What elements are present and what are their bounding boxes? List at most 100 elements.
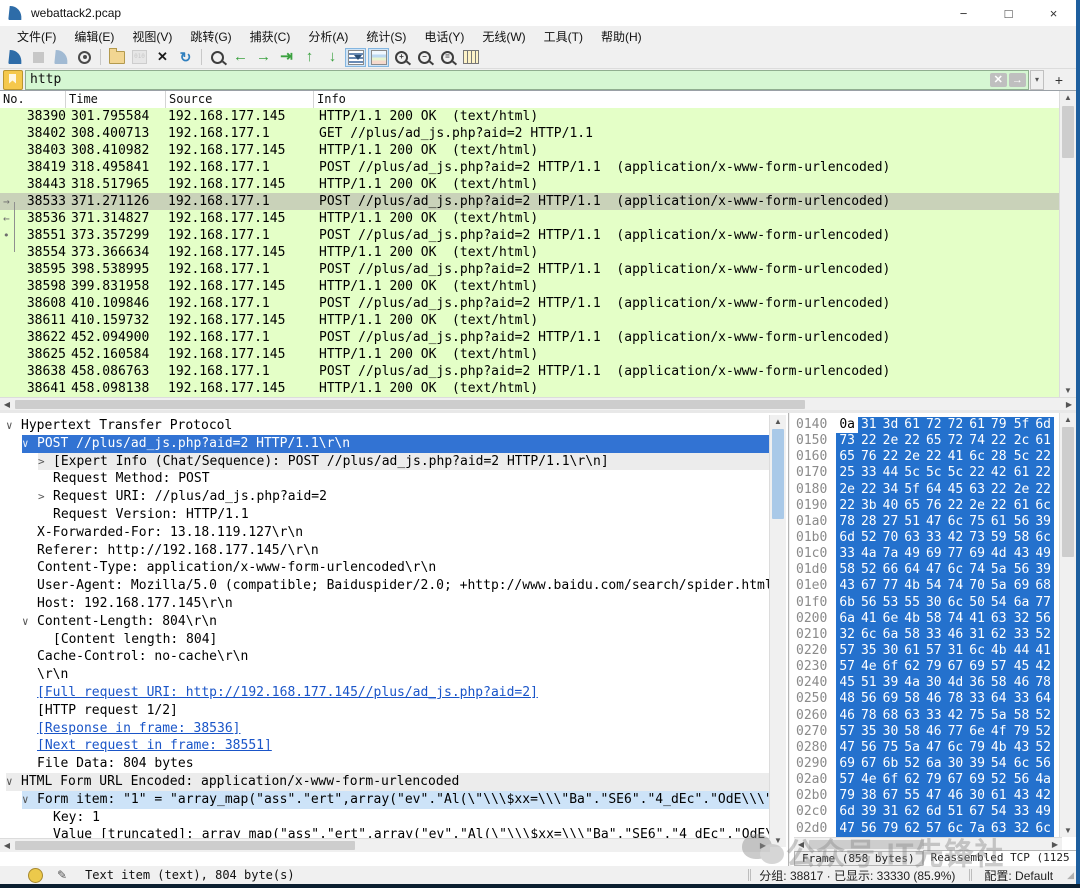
hex-byte[interactable]: 77 xyxy=(1032,595,1054,611)
hex-byte[interactable]: 6d xyxy=(836,530,858,546)
hex-byte[interactable]: 64 xyxy=(988,691,1010,707)
hex-byte[interactable]: 69 xyxy=(880,691,902,707)
scroll-up-icon[interactable]: ▲ xyxy=(1060,413,1076,426)
hex-byte[interactable]: 61 xyxy=(1032,433,1054,449)
hex-byte[interactable]: 42 xyxy=(1032,788,1054,804)
hex-byte[interactable]: 79 xyxy=(1011,724,1033,740)
hex-byte[interactable]: 6d xyxy=(1032,417,1054,433)
hex-row[interactable]: 01b06d52706333427359586c xyxy=(796,530,1054,546)
hex-byte[interactable]: 4b xyxy=(901,578,923,594)
details-hscrollbar[interactable]: ◀ ▶ xyxy=(0,838,770,852)
hex-byte[interactable]: 78 xyxy=(1032,675,1054,691)
menu-item-2[interactable]: 视图(V) xyxy=(123,26,181,47)
hex-byte[interactable]: 49 xyxy=(901,546,923,562)
packet-row[interactable]: 38625452.160584192.168.177.145HTTP/1.1 2… xyxy=(0,346,1060,363)
hex-byte[interactable]: 42 xyxy=(945,708,967,724)
hex-byte[interactable]: 47 xyxy=(923,740,945,756)
hex-byte[interactable]: 43 xyxy=(1011,546,1033,562)
hex-byte[interactable]: 32 xyxy=(1011,821,1033,837)
scroll-right-icon[interactable]: ▶ xyxy=(756,839,770,852)
hex-byte[interactable]: 33 xyxy=(836,546,858,562)
hex-byte[interactable]: 4e xyxy=(858,659,880,675)
hex-byte[interactable]: 5a xyxy=(901,740,923,756)
hex-byte[interactable]: 28 xyxy=(988,449,1010,465)
hex-byte[interactable]: 62 xyxy=(901,659,923,675)
resize-columns-icon[interactable] xyxy=(460,48,481,67)
hex-byte[interactable]: 6b xyxy=(836,595,858,611)
hex-byte[interactable]: 61 xyxy=(1011,498,1033,514)
hex-byte[interactable]: 0a xyxy=(836,417,858,433)
hex-byte[interactable]: 57 xyxy=(836,659,858,675)
expander-open-icon[interactable]: ∨ xyxy=(6,417,21,435)
hex-byte[interactable]: 55 xyxy=(901,595,923,611)
zoom-in-icon[interactable]: + xyxy=(391,48,412,67)
hex-byte[interactable]: 30 xyxy=(945,756,967,772)
hex-byte[interactable]: 58 xyxy=(1011,530,1033,546)
hex-byte[interactable]: 5a xyxy=(988,562,1010,578)
hex-byte[interactable]: 54 xyxy=(988,595,1010,611)
detail-row[interactable]: ∨HTML Form URL Encoded: application/x-ww… xyxy=(0,773,770,791)
hex-byte[interactable]: 5c xyxy=(945,465,967,481)
hex-byte[interactable]: 5a xyxy=(988,708,1010,724)
minimize-button[interactable]: − xyxy=(941,0,986,26)
hex-byte[interactable]: 61 xyxy=(901,643,923,659)
hex-byte[interactable]: 52 xyxy=(1032,627,1054,643)
hex-byte[interactable]: 33 xyxy=(1011,627,1033,643)
hex-byte[interactable]: 42 xyxy=(1032,659,1054,675)
hex-byte[interactable]: 49 xyxy=(1032,546,1054,562)
hex-byte[interactable]: 22 xyxy=(858,482,880,498)
hex-row[interactable]: 01d058526664476c745a5639 xyxy=(796,562,1054,578)
hex-byte[interactable]: 57 xyxy=(988,659,1010,675)
hex-byte[interactable]: 49 xyxy=(1032,804,1054,820)
hex-row[interactable]: 02c06d3931626d5167543349 xyxy=(796,804,1054,820)
hex-byte[interactable]: 6d xyxy=(836,804,858,820)
hex-byte[interactable]: 69 xyxy=(1011,578,1033,594)
hex-byte[interactable]: 62 xyxy=(901,772,923,788)
go-last-packet-icon[interactable]: ↓ xyxy=(322,48,343,67)
restart-capture-icon[interactable] xyxy=(51,48,72,67)
hex-byte[interactable]: 73 xyxy=(836,433,858,449)
hex-byte[interactable]: 56 xyxy=(858,595,880,611)
hex-byte[interactable]: 6c xyxy=(1032,498,1054,514)
hex-byte[interactable]: 43 xyxy=(836,578,858,594)
colorize-icon[interactable] xyxy=(368,48,389,67)
detail-link[interactable]: [Response in frame: 38536] xyxy=(37,720,241,738)
hex-byte[interactable]: 47 xyxy=(923,514,945,530)
hex-byte[interactable]: 61 xyxy=(966,417,988,433)
expert-info-icon[interactable] xyxy=(28,868,43,883)
hex-byte[interactable]: 46 xyxy=(923,691,945,707)
detail-row[interactable]: \r\n xyxy=(0,666,770,684)
detail-link[interactable]: [Full request URI: http://192.168.177.14… xyxy=(37,684,538,702)
hex-byte[interactable]: 39 xyxy=(966,756,988,772)
capture-options-icon[interactable] xyxy=(74,48,95,67)
hex-byte[interactable]: 61 xyxy=(988,514,1010,530)
hex-byte[interactable]: 30 xyxy=(923,675,945,691)
zoom-reset-icon[interactable]: = xyxy=(437,48,458,67)
hex-byte[interactable]: 4f xyxy=(988,724,1010,740)
hex-byte[interactable]: 69 xyxy=(836,756,858,772)
hex-byte[interactable]: 42 xyxy=(988,465,1010,481)
detail-row[interactable]: [Full request URI: http://192.168.177.14… xyxy=(0,684,770,702)
hex-byte[interactable]: 56 xyxy=(1011,514,1033,530)
hex-byte[interactable]: 52 xyxy=(1032,724,1054,740)
details-vscrollbar[interactable]: ▲ ▼ xyxy=(769,415,786,847)
hex-byte[interactable]: 6c xyxy=(966,643,988,659)
hex-byte[interactable]: 51 xyxy=(858,675,880,691)
hex-byte[interactable]: 42 xyxy=(945,530,967,546)
scroll-down-icon[interactable]: ▼ xyxy=(1060,384,1076,397)
hex-byte[interactable]: 65 xyxy=(901,498,923,514)
scroll-up-icon[interactable]: ▲ xyxy=(1060,91,1076,104)
packet-row[interactable]: 38403308.410982192.168.177.145HTTP/1.1 2… xyxy=(0,142,1060,159)
hex-byte[interactable]: 57 xyxy=(923,821,945,837)
hex-byte[interactable]: 65 xyxy=(923,433,945,449)
hex-byte[interactable]: 2e xyxy=(966,498,988,514)
packet-row[interactable]: 38402308.400713192.168.177.1GET //plus/a… xyxy=(0,125,1060,142)
hex-byte[interactable]: 56 xyxy=(858,740,880,756)
menu-item-5[interactable]: 分析(A) xyxy=(299,26,357,47)
hex-byte[interactable]: 34 xyxy=(880,482,902,498)
hex-byte[interactable]: 64 xyxy=(923,482,945,498)
hex-byte[interactable]: 35 xyxy=(858,643,880,659)
hex-byte[interactable]: 68 xyxy=(1032,578,1054,594)
hex-byte[interactable]: 67 xyxy=(945,772,967,788)
hex-byte[interactable]: 63 xyxy=(966,482,988,498)
